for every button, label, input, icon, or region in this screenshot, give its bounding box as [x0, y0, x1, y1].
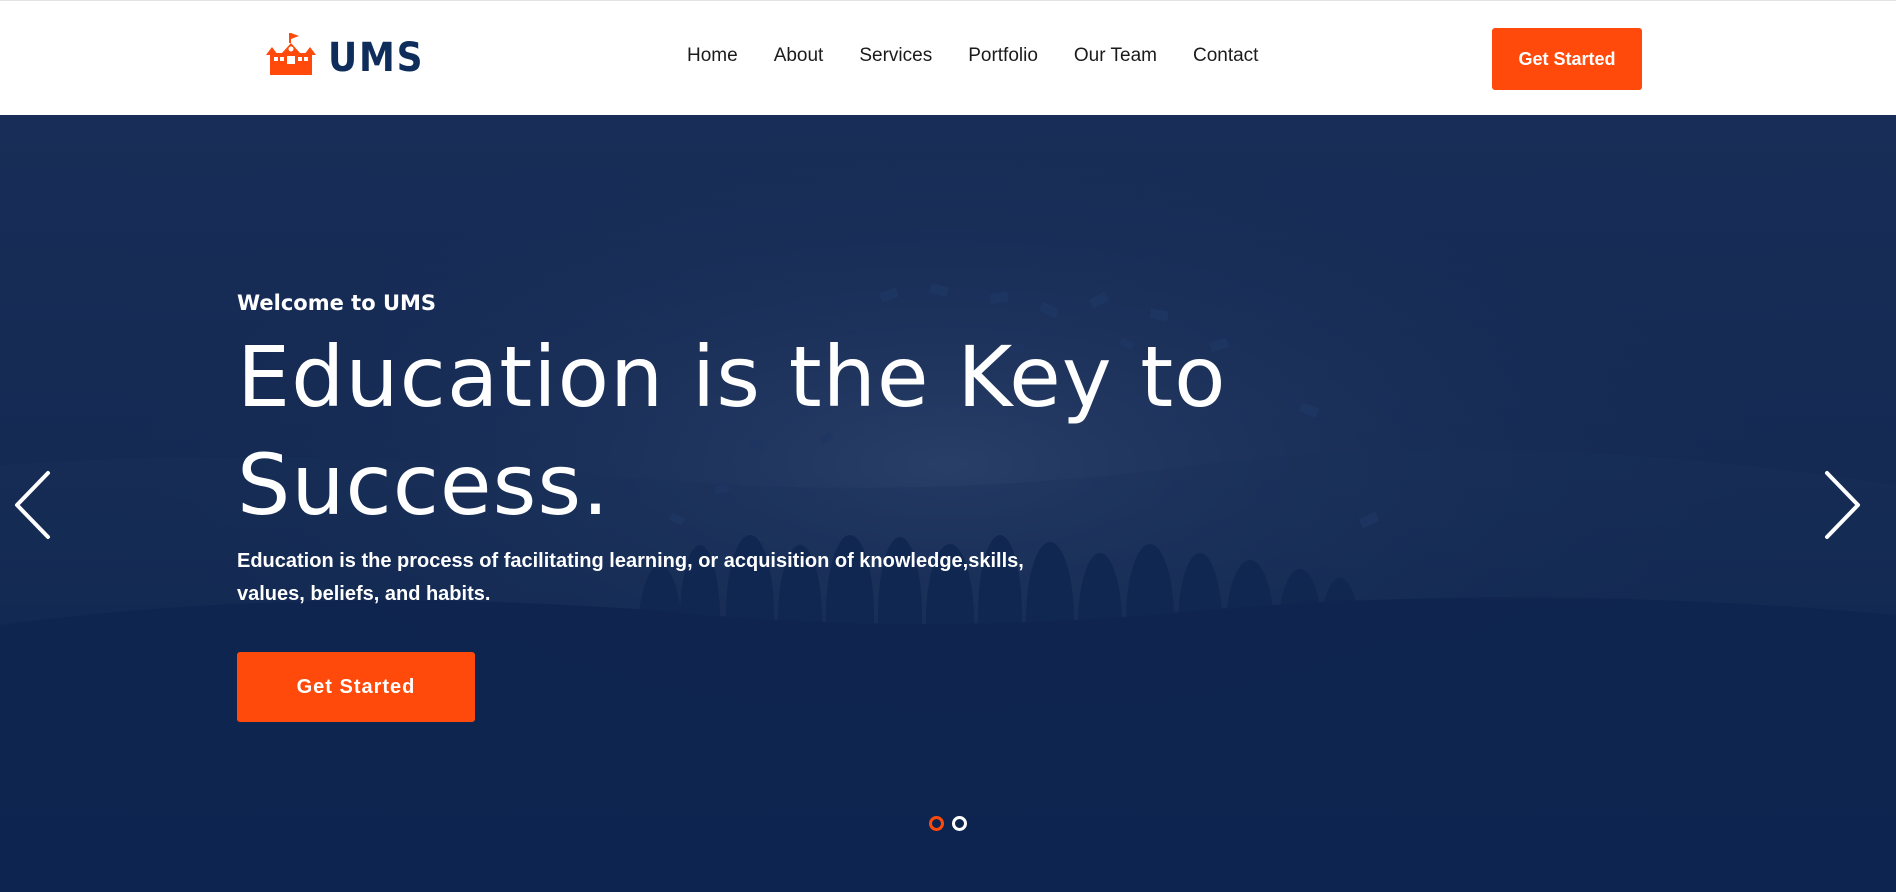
hero-eyebrow: Welcome to UMS: [237, 291, 437, 315]
brand-name: UMS: [328, 35, 425, 81]
brand-logo[interactable]: UMS: [264, 31, 435, 85]
site-header: UMS Home About Services Portfolio Our Te…: [0, 0, 1896, 115]
school-building-icon: [266, 33, 316, 75]
carousel-indicators: [929, 816, 967, 831]
hero-get-started-button[interactable]: Get Started: [237, 652, 475, 722]
header-get-started-button[interactable]: Get Started: [1492, 28, 1642, 90]
nav-services[interactable]: Services: [859, 45, 932, 67]
chevron-right-icon[interactable]: [1822, 470, 1862, 540]
carousel-dot-2[interactable]: [952, 816, 967, 831]
nav-portfolio[interactable]: Portfolio: [968, 45, 1038, 67]
nav-about[interactable]: About: [774, 45, 824, 67]
hero-carousel: Welcome to UMS Education is the Key to S…: [0, 115, 1896, 892]
carousel-dot-1[interactable]: [929, 816, 944, 831]
hero-description: Education is the process of facilitating…: [237, 550, 1024, 605]
hero-headline: Education is the Key to Success.: [237, 328, 1227, 534]
nav-contact[interactable]: Contact: [1193, 45, 1258, 67]
main-nav: Home About Services Portfolio Our Team C…: [687, 45, 1258, 67]
nav-our-team[interactable]: Our Team: [1074, 45, 1157, 67]
nav-home[interactable]: Home: [687, 45, 738, 67]
chevron-left-icon[interactable]: [13, 470, 53, 540]
